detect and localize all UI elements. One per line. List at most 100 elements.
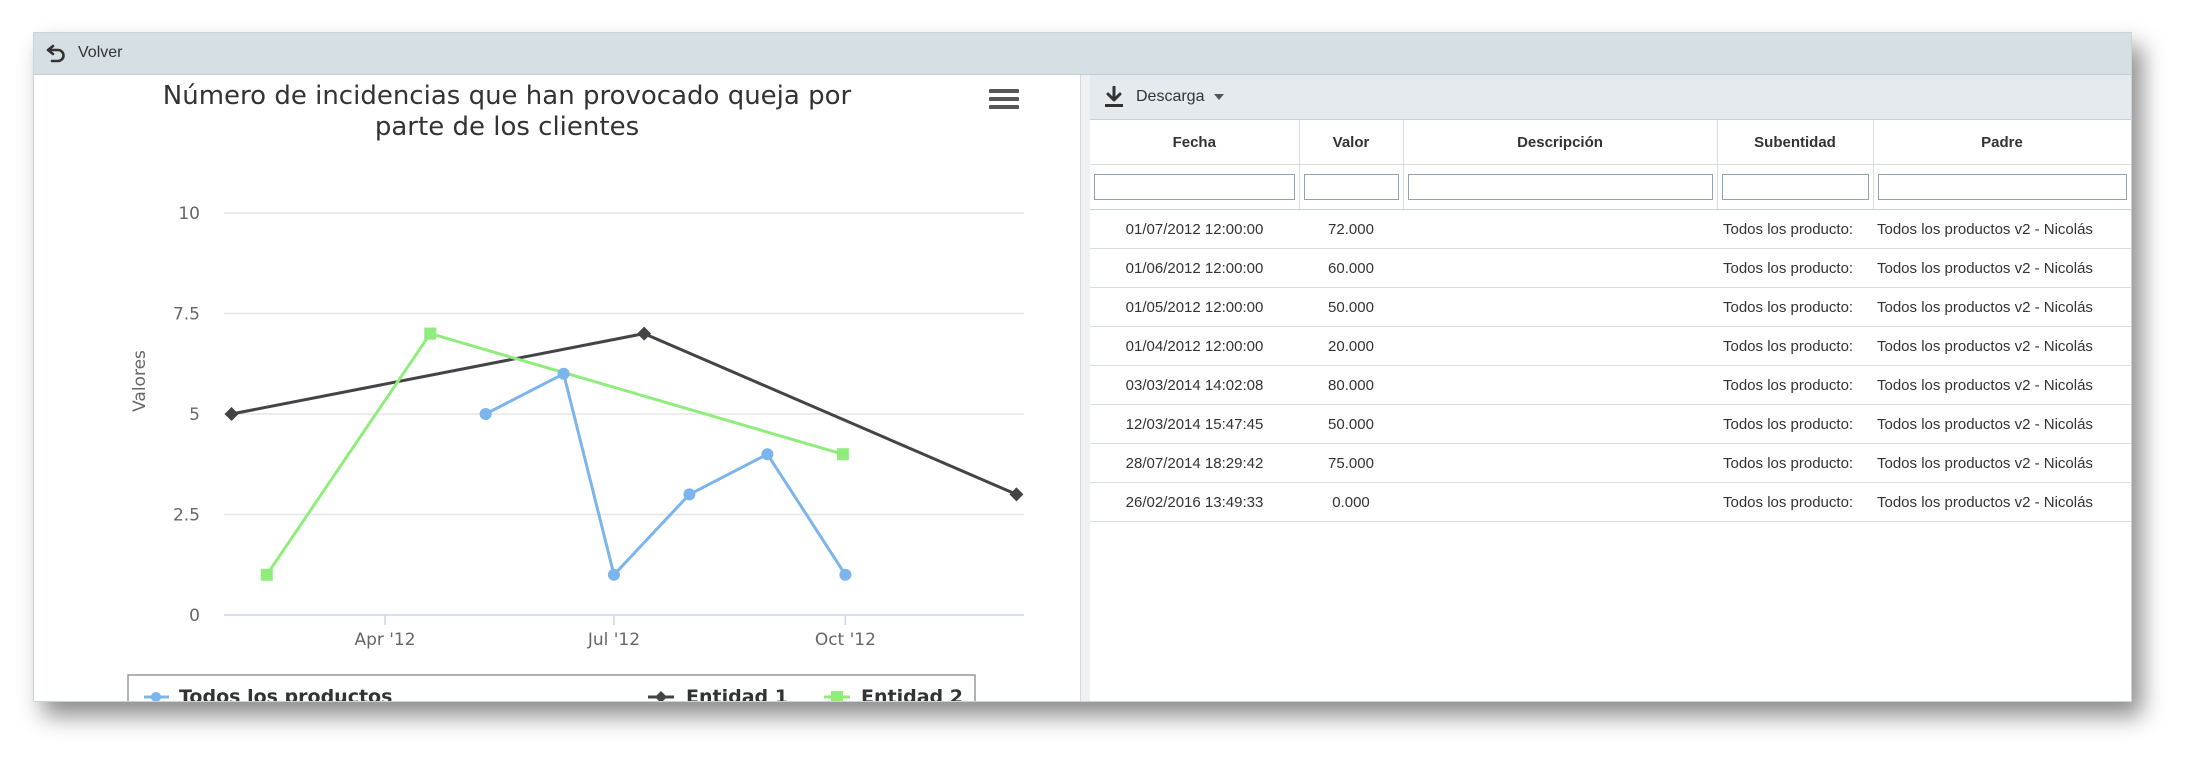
cell-descripcion [1403, 209, 1717, 249]
table-row[interactable]: 28/07/2014 18:29:42 75.000 Todos los pro… [1090, 443, 2131, 483]
cell-fecha: 01/07/2012 12:00:00 [1090, 209, 1299, 249]
cell-padre: Todos los productos v2 - Nicolás [1873, 443, 2131, 483]
column-header-padre[interactable]: Padre [1873, 120, 2131, 165]
legend-marker-entidad-2 [831, 691, 843, 701]
filter-input-padre[interactable] [1877, 174, 2127, 200]
cell-padre: Todos los productos v2 - Nicolás [1873, 287, 2131, 327]
table-row[interactable]: 03/03/2014 14:02:08 80.000 Todos los pro… [1090, 365, 2131, 405]
filter-input-valor[interactable] [1303, 174, 1399, 200]
column-header-valor[interactable]: Valor [1299, 120, 1404, 165]
cell-descripcion [1403, 248, 1717, 288]
grid-toolbar: Descarga [1090, 75, 2131, 120]
filter-cell-valor [1299, 164, 1404, 210]
cell-subentidad: Todos los producto: [1717, 248, 1873, 288]
top-toolbar: Volver [34, 33, 2131, 75]
data-point-entidad-1[interactable] [637, 326, 652, 341]
column-header-subentidad[interactable]: Subentidad [1717, 120, 1874, 165]
cell-valor: 20.000 [1299, 326, 1403, 366]
data-point-todos-los-productos[interactable] [607, 568, 620, 581]
cell-subentidad: Todos los producto: [1717, 443, 1873, 483]
cell-subentidad: Todos los producto: [1717, 365, 1873, 405]
cell-descripcion [1403, 443, 1717, 483]
table-row[interactable]: 12/03/2014 15:47:45 50.000 Todos los pro… [1090, 404, 2131, 444]
cell-valor: 0.000 [1299, 482, 1403, 522]
table-row[interactable]: 01/07/2012 12:00:00 72.000 Todos los pro… [1090, 209, 2131, 249]
y-axis-label: Valores [130, 350, 150, 412]
table-row[interactable]: 01/06/2012 12:00:00 60.000 Todos los pro… [1090, 248, 2131, 288]
cell-padre: Todos los productos v2 - Nicolás [1873, 209, 2131, 249]
cell-fecha: 26/02/2016 13:49:33 [1090, 482, 1299, 522]
cell-descripcion [1403, 326, 1717, 366]
table-row[interactable]: 26/02/2016 13:49:33 0.000 Todos los prod… [1090, 482, 2131, 522]
filter-input-subentidad[interactable] [1721, 174, 1869, 200]
column-header-fecha[interactable]: Fecha [1090, 120, 1300, 165]
chart-title-line-1: Número de incidencias que han provocado … [163, 81, 852, 111]
download-icon [1105, 86, 1123, 107]
cell-fecha: 01/06/2012 12:00:00 [1090, 248, 1299, 288]
back-button[interactable]: Volver [44, 39, 122, 67]
cell-padre: Todos los productos v2 - Nicolás [1873, 365, 2131, 405]
y-tick-label: 2.5 [173, 506, 200, 526]
y-tick-label: 7.5 [173, 305, 200, 325]
download-button[interactable]: Descarga [1104, 83, 1225, 111]
cell-subentidad: Todos los producto: [1717, 482, 1873, 522]
data-point-entidad-2[interactable] [836, 448, 849, 461]
table-row[interactable]: 01/05/2012 12:00:00 50.000 Todos los pro… [1090, 287, 2131, 327]
legend-item-todos-los-productos[interactable]: Todos los productos [144, 686, 392, 701]
filter-input-fecha[interactable] [1094, 174, 1295, 200]
data-point-todos-los-productos[interactable] [683, 488, 696, 501]
data-point-todos-los-productos[interactable] [839, 568, 852, 581]
axes: 0 2.5 5 7.5 10 Apr '12 Jul '12 Oct '12 [173, 204, 876, 650]
data-grid-panel: Descarga Fecha Valor Descripción Subenti… [1090, 75, 2131, 701]
table-row[interactable]: 01/04/2012 12:00:00 20.000 Todos los pro… [1090, 326, 2131, 366]
cell-subentidad: Todos los producto: [1717, 326, 1873, 366]
cell-fecha: 01/04/2012 12:00:00 [1090, 326, 1299, 366]
x-tick-label: Apr '12 [354, 630, 415, 650]
cell-descripcion [1403, 482, 1717, 522]
series-layer [224, 326, 1024, 581]
cell-fecha: 28/07/2014 18:29:42 [1090, 443, 1299, 483]
filter-cell-subentidad [1717, 164, 1874, 210]
filter-input-descripcion[interactable] [1407, 174, 1713, 200]
grid-lines [224, 212, 1024, 616]
legend-label-todos-los-productos: Todos los productos [179, 686, 392, 701]
data-point-entidad-2[interactable] [424, 327, 437, 340]
cell-fecha: 12/03/2014 15:47:45 [1090, 404, 1299, 444]
cell-padre: Todos los productos v2 - Nicolás [1873, 326, 2131, 366]
cell-valor: 50.000 [1299, 287, 1403, 327]
series-line-todos-los-productos [484, 372, 847, 577]
cell-descripcion [1403, 404, 1717, 444]
legend-label-entidad-2: Entidad 2 [861, 686, 963, 701]
chevron-down-icon [1214, 94, 1225, 100]
cell-subentidad: Todos los producto: [1717, 404, 1873, 444]
cell-descripcion [1403, 365, 1717, 405]
filter-cell-fecha [1090, 164, 1300, 210]
y-tick-label: 10 [178, 204, 200, 224]
app-window: Volver Número de incidencias que han pro… [33, 32, 2132, 702]
line-chart: Número de incidencias que han provocado … [127, 81, 1024, 701]
cell-valor: 60.000 [1299, 248, 1403, 288]
cell-valor: 72.000 [1299, 209, 1403, 249]
data-point-entidad-2[interactable] [260, 568, 273, 581]
data-point-todos-los-productos[interactable] [479, 408, 492, 420]
cell-descripcion [1403, 287, 1717, 327]
y-tick-label: 0 [189, 606, 200, 626]
data-table: Fecha Valor Descripción Subentidad Padre… [1090, 120, 2131, 522]
hamburger-menu-icon[interactable] [984, 85, 1024, 115]
legend-label-entidad-1: Entidad 1 [686, 686, 788, 701]
x-tick-label: Jul '12 [587, 630, 640, 650]
y-tick-label: 5 [189, 405, 200, 425]
x-tick-label: Oct '12 [815, 630, 876, 650]
data-point-entidad-1[interactable] [224, 407, 239, 421]
cell-valor: 50.000 [1299, 404, 1403, 444]
data-point-todos-los-productos[interactable] [761, 448, 774, 461]
filter-row [1090, 164, 2131, 210]
table-header-row: Fecha Valor Descripción Subentidad Padre [1090, 120, 2131, 165]
data-point-todos-los-productos[interactable] [557, 367, 570, 380]
cell-padre: Todos los productos v2 - Nicolás [1873, 482, 2131, 522]
filter-cell-padre [1873, 164, 2131, 210]
filter-cell-descripcion [1403, 164, 1718, 210]
cell-valor: 75.000 [1299, 443, 1403, 483]
column-header-descripcion[interactable]: Descripción [1403, 120, 1718, 165]
data-point-entidad-1[interactable] [1009, 487, 1024, 502]
